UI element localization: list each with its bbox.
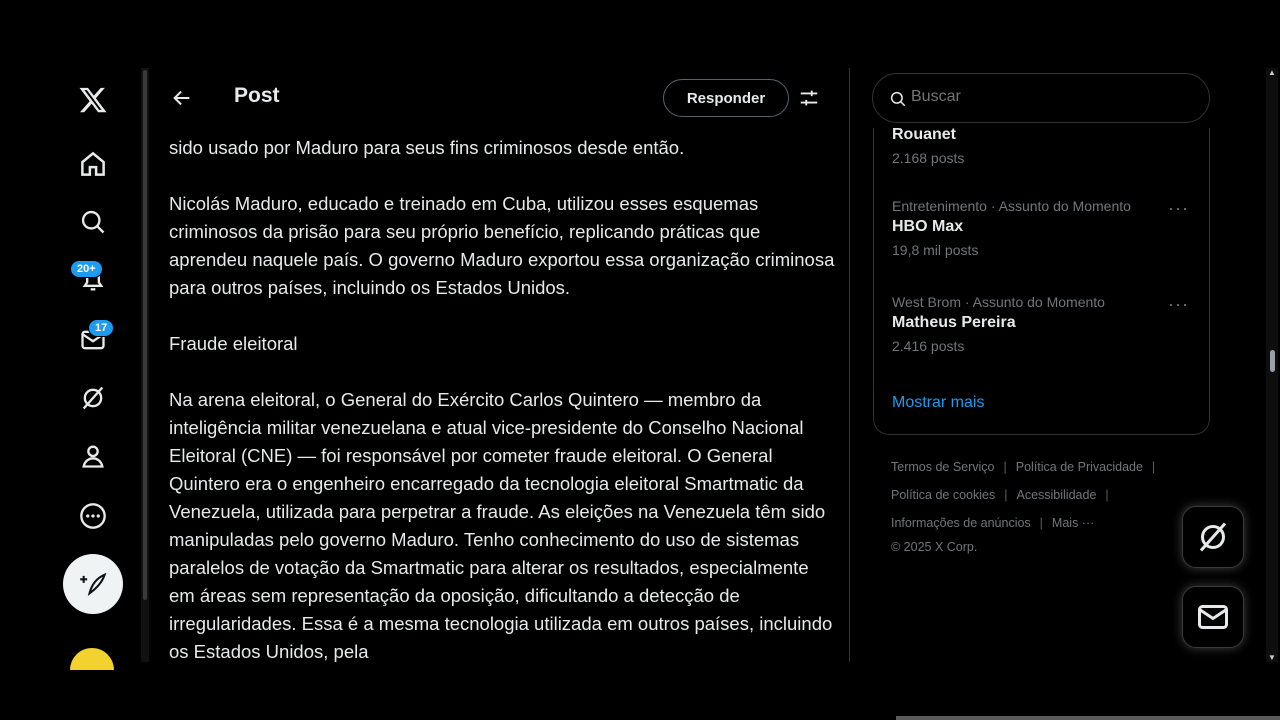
search-icon — [890, 91, 906, 107]
scroll-up-arrow-icon[interactable]: ▲ — [1268, 68, 1276, 77]
terms-link[interactable]: Termos de Serviço — [891, 460, 995, 474]
copyright: © 2025 X Corp. — [891, 540, 978, 554]
cookies-link[interactable]: Política de cookies — [891, 488, 995, 502]
accessibility-link[interactable]: Acessibilidade — [1016, 488, 1096, 502]
grok-icon — [1199, 522, 1227, 552]
trends-panel: Rouanet 2.168 posts Entretenimento · Ass… — [873, 126, 1210, 435]
back-arrow-icon[interactable] — [168, 84, 196, 112]
left-nav: 20+ 17 — [56, 70, 132, 670]
avatar[interactable] — [70, 648, 114, 670]
x-logo-icon[interactable] — [73, 80, 113, 120]
trend-name: Rouanet — [892, 126, 956, 143]
footer-more-link[interactable]: Mais ··· — [1052, 516, 1094, 530]
trend-count: 2.168 posts — [892, 150, 965, 166]
trend-item[interactable]: Rouanet 2.168 posts — [892, 126, 964, 166]
sliders-icon[interactable] — [796, 85, 822, 111]
post-header: Post Responder — [150, 68, 849, 128]
post-heading: Fraude eleitoral — [169, 333, 298, 354]
page-title: Post — [234, 84, 280, 107]
messages-floating-button[interactable] — [1182, 586, 1244, 648]
grok-floating-button[interactable] — [1182, 506, 1244, 568]
notifications-badge: 20+ — [70, 260, 103, 278]
main-scrollbar-thumb[interactable] — [143, 70, 147, 600]
mail-icon — [1198, 605, 1228, 629]
trend-item[interactable]: West Brom · Assunto do Momento Matheus P… — [892, 294, 1105, 354]
post-paragraph: Nicolás Maduro, educado e treinado em Cu… — [169, 193, 835, 298]
more-options-icon[interactable]: ··· — [1168, 294, 1189, 315]
privacy-link[interactable]: Política de Privacidade — [1016, 460, 1143, 474]
home-icon[interactable] — [73, 144, 113, 184]
search-input[interactable] — [911, 88, 1191, 106]
page-scrollbar-thumb[interactable] — [1270, 350, 1275, 372]
bottom-strip — [896, 716, 1280, 720]
post-paragraph: sido usado por Maduro para seus fins cri… — [169, 137, 685, 158]
trend-name: Matheus Pereira — [892, 314, 1016, 331]
post-paragraph: Na arena eleitoral, o General do Exércit… — [169, 389, 833, 662]
trend-context: West Brom · Assunto do Momento — [892, 294, 1105, 310]
more-icon[interactable] — [73, 496, 113, 536]
grok-icon[interactable] — [73, 378, 113, 418]
trend-item[interactable]: Entretenimento · Assunto do Momento HBO … — [892, 198, 1131, 258]
trend-context: Entretenimento · Assunto do Momento — [892, 198, 1131, 214]
profile-icon[interactable] — [73, 436, 113, 476]
ads-info-link[interactable]: Informações de anúncios — [891, 516, 1031, 530]
show-more-link[interactable]: Mostrar mais — [892, 394, 984, 412]
scroll-down-arrow-icon[interactable]: ▼ — [1268, 653, 1276, 662]
messages-badge: 17 — [88, 319, 115, 337]
trend-count: 2.416 posts — [892, 338, 965, 354]
search-box[interactable] — [872, 73, 1210, 123]
feather-plus-icon — [80, 572, 107, 596]
compose-post-button[interactable] — [63, 554, 123, 614]
reply-button[interactable]: Responder — [663, 79, 789, 117]
trend-count: 19,8 mil posts — [892, 242, 979, 258]
more-options-icon[interactable]: ··· — [1168, 198, 1189, 219]
trend-name: HBO Max — [892, 218, 964, 235]
main-column: Post Responder sido usado por Maduro par… — [150, 68, 850, 662]
search-icon[interactable] — [73, 202, 113, 242]
